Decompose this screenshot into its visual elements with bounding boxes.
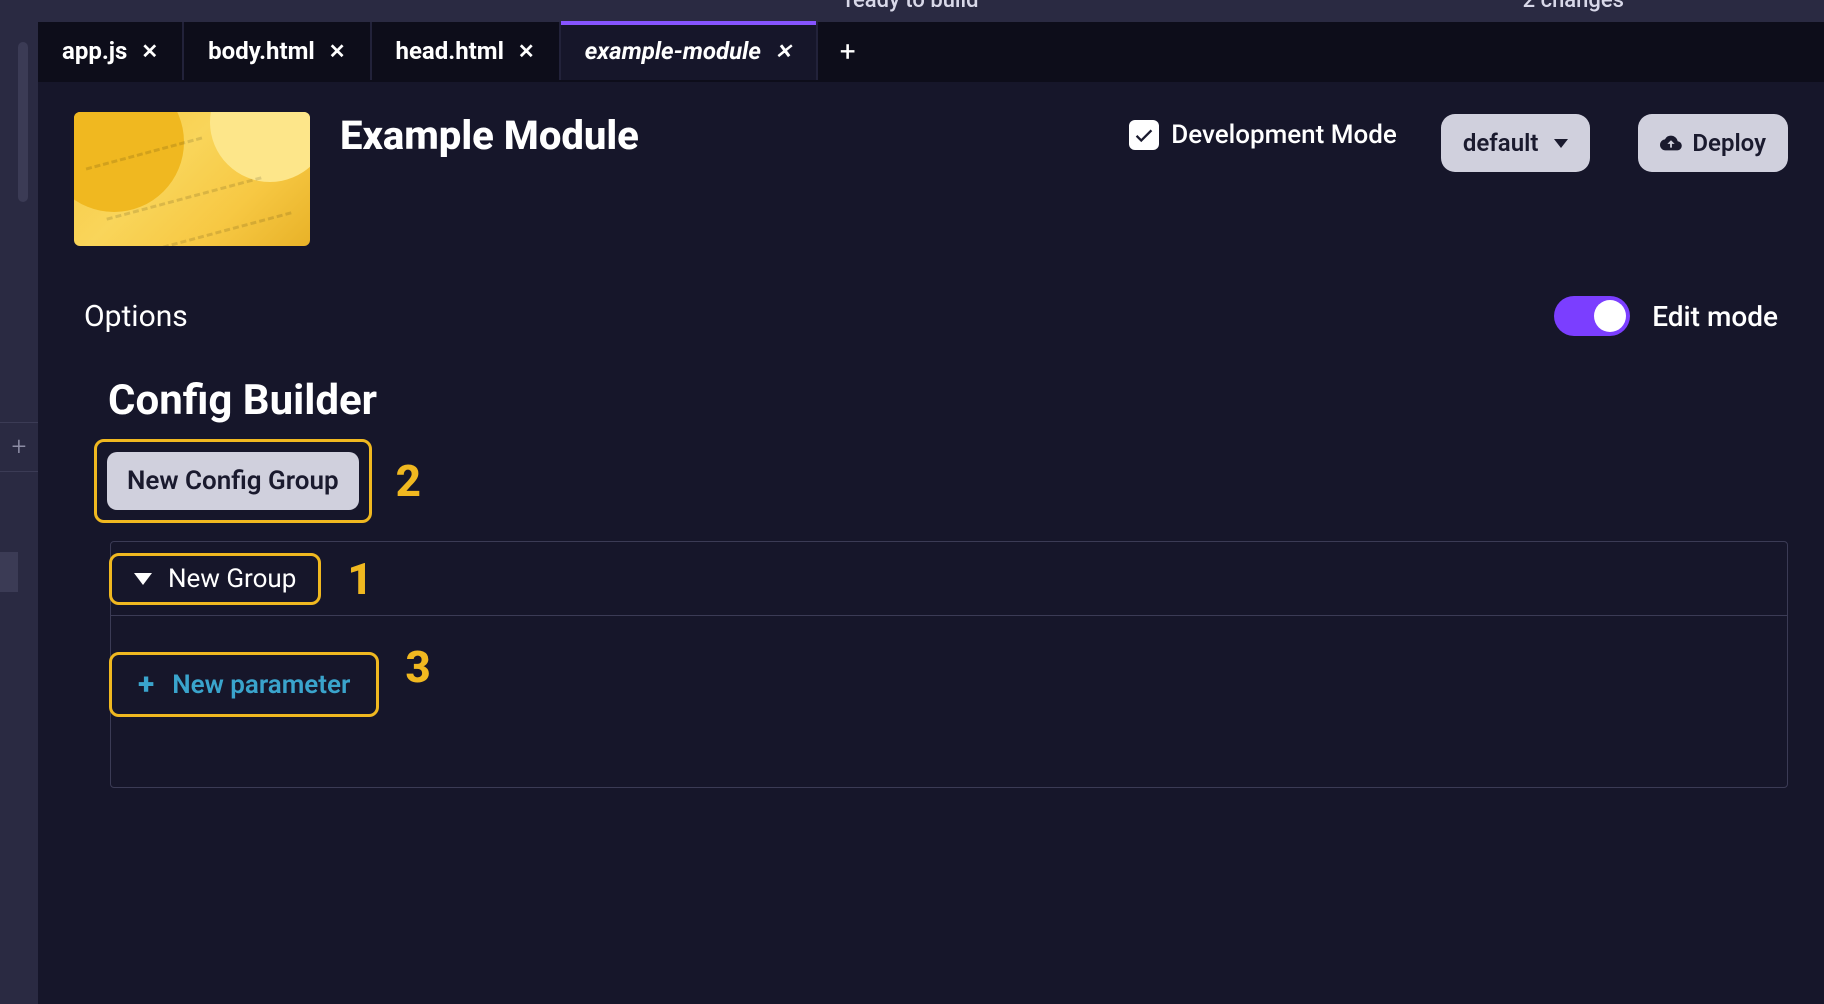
tab-head-html[interactable]: head.html ✕ (372, 22, 561, 80)
plus-icon: + (840, 35, 856, 68)
development-mode-toggle[interactable]: Development Mode (1129, 120, 1397, 150)
plus-icon: + (12, 432, 27, 462)
new-parameter-label: New parameter (172, 670, 350, 700)
cloud-upload-icon (1660, 132, 1682, 154)
callout-number-2: 2 (396, 455, 421, 507)
tab-label: example-module (585, 37, 761, 65)
config-builder-area: New Config Group 2 New Group 1 (38, 439, 1824, 788)
environment-dropdown[interactable]: default (1441, 114, 1591, 172)
top-status-bar: ready to build 2 changes (0, 0, 1824, 22)
tab-label: app.js (62, 37, 127, 65)
rail-active-marker (0, 552, 18, 592)
deploy-button-label: Deploy (1692, 129, 1766, 157)
close-icon[interactable]: ✕ (141, 39, 158, 63)
chevron-down-icon (1554, 139, 1568, 148)
close-icon[interactable]: ✕ (775, 39, 792, 63)
callout-highlight-group-header: New Group (109, 553, 321, 605)
toggle-knob (1594, 300, 1626, 332)
deploy-button[interactable]: Deploy (1638, 114, 1788, 172)
new-tab-button[interactable]: + (818, 22, 878, 80)
tab-app-js[interactable]: app.js ✕ (38, 22, 184, 80)
tab-body-html[interactable]: body.html ✕ (184, 22, 371, 80)
callout-number-1: 1 (347, 553, 372, 605)
changes-count-text: 2 changes (1523, 0, 1624, 13)
module-title: Example Module (340, 112, 639, 159)
environment-dropdown-value: default (1463, 129, 1539, 157)
tab-label: head.html (396, 37, 504, 65)
plus-icon: + (138, 667, 154, 702)
main-panel: app.js ✕ body.html ✕ head.html ✕ example… (38, 22, 1824, 1004)
edit-mode-toggle[interactable] (1554, 296, 1630, 336)
config-builder-title: Config Builder (38, 346, 1824, 439)
callout-number-3: 3 (405, 641, 430, 693)
module-thumbnail[interactable] (74, 112, 310, 246)
options-row: Options Edit mode (38, 256, 1824, 346)
rail-scroll-handle[interactable] (18, 42, 28, 202)
rail-add-button[interactable]: + (0, 422, 38, 472)
module-header: Example Module Development Mode default … (38, 82, 1824, 256)
options-section-label: Options (84, 299, 188, 334)
development-mode-label: Development Mode (1171, 120, 1397, 150)
close-icon[interactable]: ✕ (329, 39, 346, 63)
tab-example-module[interactable]: example-module ✕ (561, 22, 818, 80)
close-icon[interactable]: ✕ (518, 39, 535, 63)
build-status-text: ready to build (845, 0, 978, 13)
new-config-group-button-label: New Config Group (127, 466, 339, 496)
tab-label: body.html (208, 37, 315, 65)
checkbox-icon[interactable] (1129, 120, 1159, 150)
left-sidebar-rail: + (0, 22, 38, 1004)
new-config-group-button[interactable]: New Config Group (107, 452, 359, 510)
chevron-down-icon (134, 573, 152, 585)
callout-highlight-new-config-group: New Config Group (94, 439, 372, 523)
new-parameter-button[interactable]: + New parameter (138, 667, 350, 702)
config-group-name[interactable]: New Group (168, 564, 296, 594)
group-expand-button[interactable]: New Group (134, 564, 296, 594)
callout-highlight-new-parameter: + New parameter (109, 652, 379, 717)
config-group-panel: New Group 1 + New parameter 3 (110, 541, 1788, 788)
editor-tabs-bar: app.js ✕ body.html ✕ head.html ✕ example… (38, 22, 1824, 82)
edit-mode-label: Edit mode (1652, 300, 1778, 333)
